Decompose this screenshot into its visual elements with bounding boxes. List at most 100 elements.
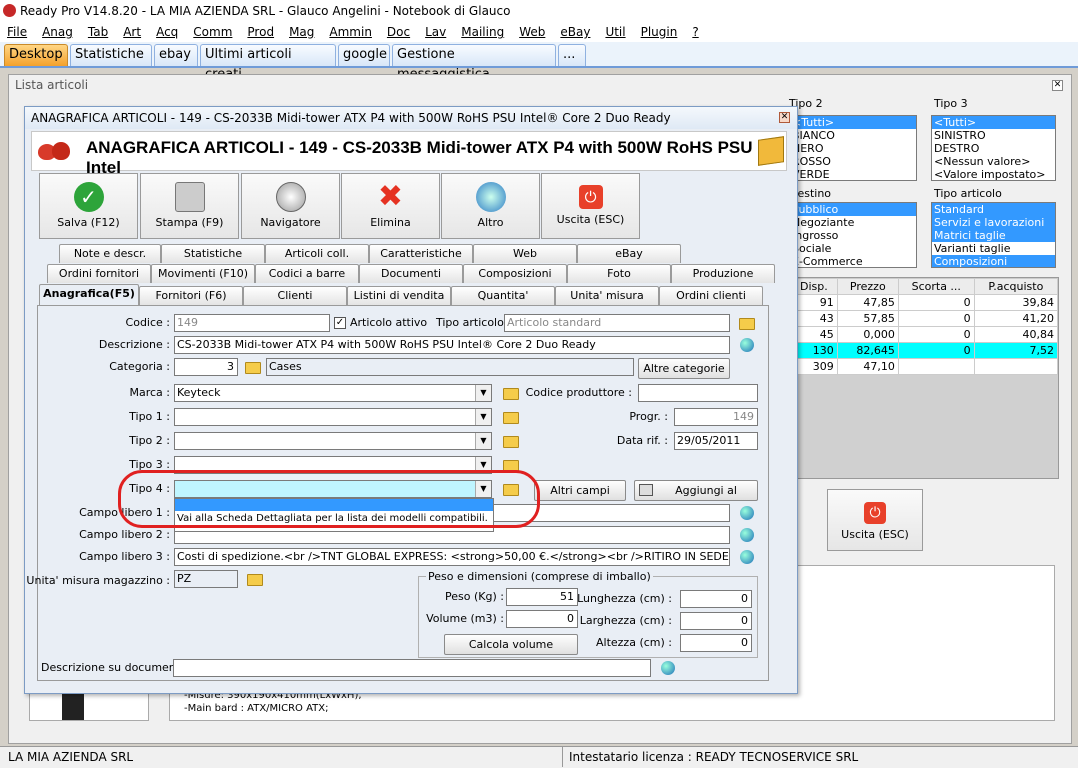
tipo-articolo-field[interactable]: Articolo standard (504, 314, 730, 332)
list-item[interactable]: Ingrosso (790, 229, 916, 242)
tab-anagrafica[interactable]: Anagrafica(F5) (39, 284, 139, 305)
larghezza-field[interactable]: 0 (680, 612, 752, 630)
list-item[interactable]: BIANCO (790, 129, 916, 142)
marca-combobox[interactable]: Keyteck ▼ (174, 384, 492, 402)
globe-icon[interactable] (738, 548, 756, 566)
lunghezza-field[interactable]: 0 (680, 590, 752, 608)
tab-statistiche[interactable]: Statistiche (70, 44, 152, 66)
tab-documenti[interactable]: Documenti (359, 264, 463, 283)
menu-art[interactable]: Art (123, 22, 141, 42)
menu-acq[interactable]: Acq (156, 22, 178, 42)
menu-help[interactable]: ? (692, 22, 698, 42)
table-row[interactable]: 45 0,000 0 40,84 (790, 326, 1059, 343)
altezza-field[interactable]: 0 (680, 634, 752, 652)
tipo-articolo-filter-list[interactable]: Standard Servizi e lavorazioni Matrici t… (931, 202, 1056, 268)
tipo2-filter-list[interactable]: <Tutti> BIANCO NERO ROSSO VERDE (789, 115, 917, 181)
tab-ebay[interactable]: ebay (154, 44, 198, 66)
list-item[interactable]: Varianti taglie (932, 242, 1055, 255)
tab-desktop[interactable]: Desktop (4, 44, 68, 66)
unita-misura-field[interactable]: PZ (174, 570, 238, 588)
tab-ebay[interactable]: eBay (577, 244, 681, 263)
list-item[interactable]: ROSSO (790, 155, 916, 168)
list-item[interactable]: <Tutti> (932, 116, 1055, 129)
list-item[interactable]: Pubblico (790, 203, 916, 216)
menu-mailing[interactable]: Mailing (461, 22, 504, 42)
list-item[interactable]: <Valore impostato> (932, 168, 1055, 180)
categoria-number-field[interactable]: 3 (174, 358, 238, 376)
chevron-down-icon[interactable]: ▼ (475, 385, 491, 401)
close-icon[interactable]: ✕ (1052, 80, 1063, 91)
tipo1-combobox[interactable]: ▼ (174, 408, 492, 426)
tab-ultimi-articoli[interactable]: Ultimi articoli creati (200, 44, 336, 82)
menu-util[interactable]: Util (605, 22, 625, 42)
altre-categorie-button[interactable]: Altre categorie (638, 358, 730, 379)
folder-icon[interactable] (736, 314, 756, 332)
table-row[interactable]: 91 47,85 0 39,84 (790, 294, 1059, 311)
calcola-volume-button[interactable]: Calcola volume (444, 634, 578, 655)
tab-gestione-messaggistica[interactable]: Gestione messaggistica (392, 44, 556, 82)
col-scorta[interactable]: Scorta ... (897, 278, 975, 295)
globe-icon[interactable] (738, 526, 756, 544)
tab-unita-misura[interactable]: Unita' misura (555, 286, 659, 305)
campo-libero-3-field[interactable]: Costi di spedizione.<br />TNT GLOBAL EXP… (174, 548, 730, 566)
menu-plugin[interactable]: Plugin (641, 22, 678, 42)
tipo2-combobox[interactable]: ▼ (174, 432, 492, 450)
salva-button[interactable]: ✓ Salva (F12) (39, 173, 138, 239)
bg-uscita-button[interactable]: ⏻ Uscita (ESC) (827, 489, 923, 551)
folder-icon[interactable] (500, 432, 520, 450)
list-item[interactable]: <Tutti> (790, 116, 916, 129)
articolo-attivo-checkbox[interactable]: ✓ (334, 317, 346, 329)
tab-caratteristiche[interactable]: Caratteristiche (369, 244, 473, 263)
tab-foto[interactable]: Foto (567, 264, 671, 283)
tab-quantita[interactable]: Quantita' (451, 286, 555, 305)
list-item[interactable]: NERO (790, 142, 916, 155)
descrizione-field[interactable]: CS-2033B Midi-tower ATX P4 with 500W RoH… (174, 336, 730, 354)
menu-tab[interactable]: Tab (88, 22, 108, 42)
codice-field[interactable]: 149 (174, 314, 330, 332)
menu-mag[interactable]: Mag (289, 22, 314, 42)
menu-anag[interactable]: Anag (42, 22, 73, 42)
menu-lav[interactable]: Lav (425, 22, 446, 42)
menu-prod[interactable]: Prod (247, 22, 274, 42)
globe-icon[interactable] (659, 659, 677, 677)
close-icon[interactable]: ✕ (779, 112, 790, 123)
elimina-button[interactable]: ✖ Elimina (341, 173, 440, 239)
tab-codici-barre[interactable]: Codici a barre (255, 264, 359, 283)
list-item[interactable]: Standard (932, 203, 1055, 216)
codice-produttore-field[interactable] (638, 384, 758, 402)
altri-campi-button[interactable]: Altri campi (534, 480, 626, 501)
list-item[interactable]: DESTRO (932, 142, 1055, 155)
destino-filter-list[interactable]: Pubblico Negoziante Ingrosso Sociale E-C… (789, 202, 917, 268)
tab-listini[interactable]: Listini di vendita (347, 286, 451, 305)
menu-ammin[interactable]: Ammin (329, 22, 372, 42)
globe-icon[interactable] (738, 504, 756, 522)
tab-articoli-coll[interactable]: Articoli coll. (265, 244, 369, 263)
chevron-down-icon[interactable]: ▼ (475, 409, 491, 425)
tab-ordini-clienti[interactable]: Ordini clienti (659, 286, 763, 305)
tab-web[interactable]: Web (473, 244, 577, 263)
folder-icon[interactable] (500, 408, 520, 426)
data-rif-field[interactable]: 29/05/2011 (674, 432, 758, 450)
menu-ebay[interactable]: eBay (560, 22, 590, 42)
peso-field[interactable]: 51 (506, 588, 578, 606)
folder-icon[interactable] (244, 570, 264, 588)
table-row[interactable]: 309 47,10 (790, 358, 1059, 375)
progr-field[interactable]: 149 (674, 408, 758, 426)
col-prezzo[interactable]: Prezzo (836, 278, 899, 295)
list-item[interactable]: VERDE (790, 168, 916, 180)
tab-ordini-fornitori[interactable]: Ordini fornitori (47, 264, 151, 283)
tab-google[interactable]: google (338, 44, 390, 66)
stampa-button[interactable]: Stampa (F9) (140, 173, 239, 239)
tab-clienti[interactable]: Clienti (243, 286, 347, 305)
articles-grid[interactable]: Disp. Prezzo Scorta ... P.acquisto 91 47,… (789, 277, 1059, 479)
desc-documenti-field[interactable] (173, 659, 651, 677)
tab-produzione[interactable]: Produzione (671, 264, 775, 283)
altro-button[interactable]: Altro (441, 173, 540, 239)
globe-icon[interactable] (738, 336, 756, 354)
list-item[interactable]: Matrici taglie (932, 229, 1055, 242)
tab-note[interactable]: Note e descr. (59, 244, 161, 263)
list-item[interactable]: Sociale (790, 242, 916, 255)
volume-field[interactable]: 0 (506, 610, 578, 628)
folder-icon[interactable] (500, 384, 520, 402)
uscita-button[interactable]: ⏻ Uscita (ESC) (541, 173, 640, 239)
